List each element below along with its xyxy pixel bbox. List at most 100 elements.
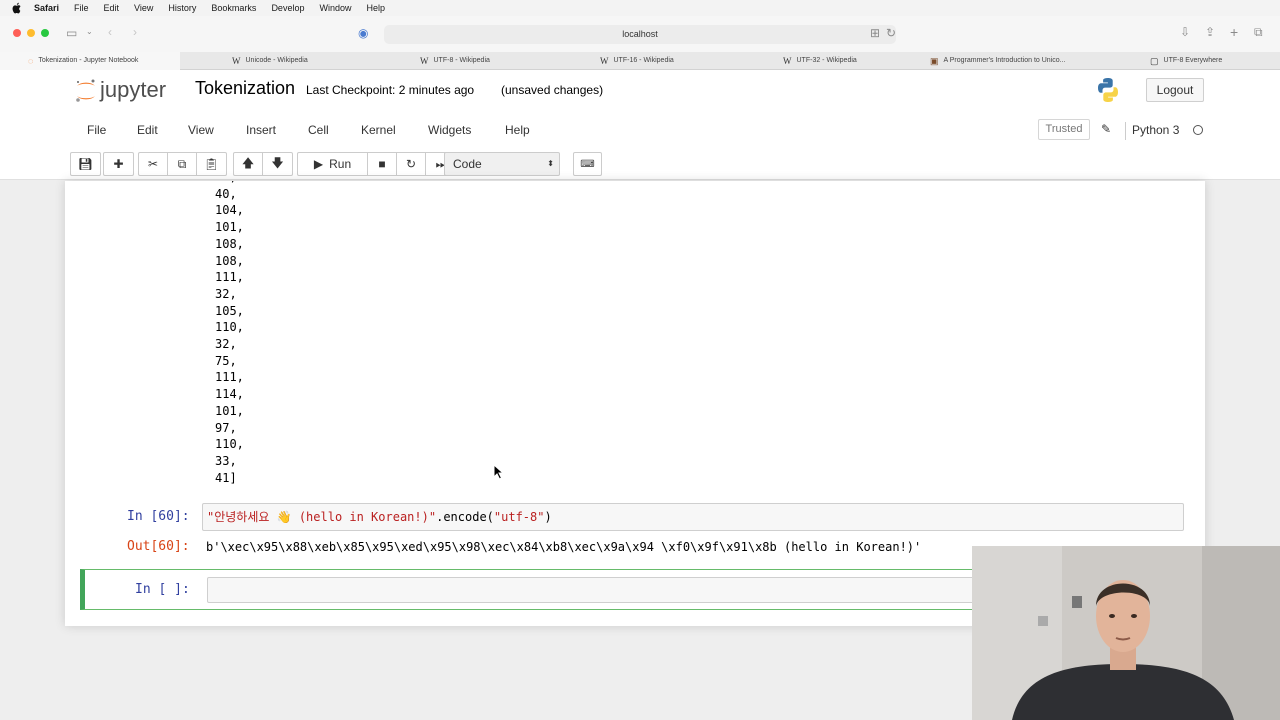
output-line: 110, <box>215 437 244 452</box>
output-line: 101, <box>215 220 244 235</box>
translate-icon[interactable]: ⊞ <box>870 26 880 40</box>
restart-icon[interactable]: ↻ <box>397 153 426 175</box>
move-down-icon[interactable]: 🡇 <box>263 153 292 175</box>
tab-title: UTF-8 Everywhere <box>1163 57 1223 64</box>
pencil-icon[interactable]: ✎ <box>1101 122 1111 136</box>
apple-icon[interactable] <box>12 2 22 14</box>
code-string: "안녕하세요 👋 (hello in Korean!)" <box>207 510 437 524</box>
output-line: 40, <box>215 186 237 201</box>
tab-unicode-wikipedia[interactable]: W Unicode - Wikipedia <box>232 52 382 70</box>
cut-icon[interactable]: ✂ <box>139 153 168 175</box>
output-line: 105, <box>215 303 244 318</box>
in-prompt-empty: In [ ]: <box>135 582 190 597</box>
select-arrows-icon: ⬍ <box>547 159 554 168</box>
nb-menu-cell[interactable]: Cell <box>308 123 329 137</box>
copy-icon[interactable]: ⧉ <box>168 153 197 175</box>
output-line: 75, <box>215 353 237 368</box>
tab-title: A Programmer's Introduction to Unico... <box>943 57 1066 64</box>
menu-help[interactable]: Help <box>366 3 385 13</box>
chevron-down-icon[interactable]: ⌄ <box>86 27 93 36</box>
reload-icon[interactable]: ↻ <box>886 26 896 40</box>
menu-history[interactable]: History <box>168 3 196 13</box>
cell-type-select[interactable]: Code ⬍ <box>444 152 560 176</box>
sidebar-icon[interactable]: ▭ <box>66 26 77 40</box>
address-bar[interactable]: localhost <box>384 25 896 44</box>
browser-toolbar: ▭ ⌄ ‹ › ◉ localhost ⊞ ↻ ⇩ ⇪ + ⧉ <box>0 16 1280 52</box>
privacy-icon[interactable]: ◉ <box>358 26 368 40</box>
nb-menu-file[interactable]: File <box>87 123 106 137</box>
tab-utf32-wikipedia[interactable]: W UTF-32 - Wikipedia <box>783 52 933 70</box>
nb-menu-widgets[interactable]: Widgets <box>428 123 471 137</box>
logout-button[interactable]: Logout <box>1146 78 1204 102</box>
clipboard-group: ✂ ⧉ 📋︎ <box>138 152 227 176</box>
download-icon[interactable]: ⇩ <box>1180 25 1190 39</box>
menu-edit[interactable]: Edit <box>104 3 120 13</box>
wikipedia-icon: W <box>783 56 792 66</box>
output-line: 104, <box>215 203 244 218</box>
python-logo-icon <box>1098 78 1118 102</box>
notebook-title[interactable]: Tokenization <box>195 78 295 99</box>
save-icon[interactable]: 💾︎ <box>71 153 100 175</box>
jupyter-favicon: ◌ <box>28 56 34 66</box>
nb-menu-help[interactable]: Help <box>505 123 530 137</box>
tab-utf8-everywhere[interactable]: ▢ UTF-8 Everywhere <box>1150 52 1280 70</box>
nb-menu-view[interactable]: View <box>188 123 214 137</box>
jupyter-wordmark: jupyter <box>99 77 166 102</box>
window-controls <box>13 29 49 37</box>
wikipedia-icon: W <box>232 56 241 66</box>
keyboard-icon[interactable]: ⌨ <box>573 152 602 176</box>
output-line: 41] <box>215 470 237 485</box>
save-group: 💾︎ <box>70 152 101 176</box>
nb-menu-insert[interactable]: Insert <box>246 123 276 137</box>
code-close: ) <box>544 510 552 524</box>
run-label: Run <box>329 157 352 171</box>
tab-title: Unicode - Wikipedia <box>245 57 308 64</box>
menu-window[interactable]: Window <box>319 3 351 13</box>
webcam-overlay <box>972 546 1280 720</box>
back-icon[interactable]: ‹ <box>108 25 112 39</box>
last-checkpoint: Last Checkpoint: 2 minutes ago <box>306 83 475 97</box>
out-prompt: Out[60]: <box>127 539 190 554</box>
macos-menubar: Safari File Edit View History Bookmarks … <box>0 0 1280 16</box>
wikipedia-icon: W <box>600 56 609 66</box>
menu-safari[interactable]: Safari <box>34 3 59 13</box>
nb-menu-edit[interactable]: Edit <box>137 123 158 137</box>
code-arg: "utf-8" <box>493 510 545 524</box>
jupyter-header: jupyter Tokenization Last Checkpoint: 2 … <box>0 70 1280 110</box>
maximize-window-button[interactable] <box>41 29 49 37</box>
forward-icon[interactable]: › <box>133 25 137 39</box>
tab-utf8-wikipedia[interactable]: W UTF-8 - Wikipedia <box>420 52 570 70</box>
menu-view[interactable]: View <box>134 3 153 13</box>
output-line: 111, <box>215 370 244 385</box>
menu-bookmarks[interactable]: Bookmarks <box>211 3 256 13</box>
insert-cell-icon[interactable]: ✚ <box>104 153 133 175</box>
tab-title: UTF-32 - Wikipedia <box>796 57 857 64</box>
cell-output-bytes: b'\xec\x95\x88\xeb\x85\x95\xed\x95\x98\x… <box>206 540 922 554</box>
trusted-badge[interactable]: Trusted <box>1038 119 1090 140</box>
minimize-window-button[interactable] <box>27 29 35 37</box>
output-line: 114, <box>215 387 244 402</box>
code-input[interactable]: "안녕하세요 👋 (hello in Korean!)".encode("utf… <box>202 503 1184 531</box>
tab-tokenization[interactable]: ◌ Tokenization - Jupyter Notebook <box>0 52 180 70</box>
tab-programmers-intro[interactable]: ▣ A Programmer's Introduction to Unico..… <box>930 52 1090 70</box>
move-up-icon[interactable]: 🡅 <box>234 153 263 175</box>
new-tab-icon[interactable]: + <box>1230 24 1238 40</box>
jupyter-logo[interactable]: jupyter <box>74 76 182 106</box>
run-button[interactable]: ▶ Run <box>298 153 368 175</box>
menu-develop[interactable]: Develop <box>271 3 304 13</box>
close-window-button[interactable] <box>13 29 21 37</box>
output-line: 97, <box>215 420 237 435</box>
tab-overview-icon[interactable]: ⧉ <box>1254 25 1263 40</box>
divider <box>1125 122 1126 140</box>
stop-icon[interactable]: ■ <box>368 153 397 175</box>
in-prompt: In [60]: <box>127 509 190 524</box>
menu-file[interactable]: File <box>74 3 89 13</box>
tab-title: UTF-16 - Wikipedia <box>613 57 674 64</box>
paste-icon[interactable]: 📋︎ <box>197 153 226 175</box>
tab-title: UTF-8 - Wikipedia <box>433 57 490 64</box>
nb-menu-kernel[interactable]: Kernel <box>361 123 396 137</box>
tab-title: Tokenization - Jupyter Notebook <box>38 57 139 64</box>
kernel-name[interactable]: Python 3 <box>1132 123 1179 137</box>
tab-utf16-wikipedia[interactable]: W UTF-16 - Wikipedia <box>600 52 750 70</box>
share-icon[interactable]: ⇪ <box>1205 25 1215 39</box>
